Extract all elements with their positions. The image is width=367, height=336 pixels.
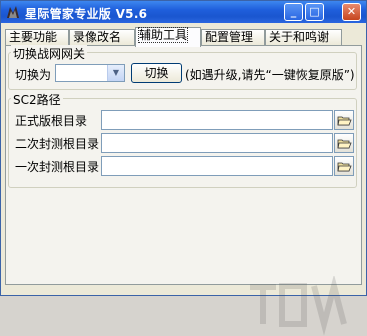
switch-button[interactable]: 切换 — [131, 63, 182, 83]
minimize-button[interactable]: _ — [284, 3, 303, 21]
upgrade-hint: (如遇升级,请先“一键恢复原版”) — [185, 68, 355, 82]
beta2-root-label: 二次封测根目录 — [15, 137, 100, 151]
open-folder-icon — [337, 139, 352, 149]
tab-config-manage[interactable]: 配置管理 — [201, 29, 265, 45]
release-root-input[interactable] — [101, 110, 333, 130]
main-window: 星际管家专业版 V5.6 _ □ ✕ 主要功能 录像改名 辅助工具 配置管理 关… — [0, 0, 367, 336]
tab-about[interactable]: 关于和鸣谢 — [265, 29, 342, 45]
open-folder-icon — [337, 162, 352, 172]
window-title: 星际管家专业版 V5.6 — [25, 7, 148, 21]
tab-label: 关于和鸣谢 — [269, 30, 330, 44]
tab-replay-rename[interactable]: 录像改名 — [69, 29, 135, 45]
sc2-group-title: SC2路径 — [11, 91, 63, 108]
app-icon — [7, 6, 19, 18]
gateway-select[interactable]: ▼ — [55, 64, 125, 82]
beta1-root-browse-button[interactable] — [334, 156, 354, 176]
switch-to-label: 切换为 — [15, 68, 52, 82]
maximize-button[interactable]: □ — [305, 3, 324, 21]
tab-label: 主要功能 — [9, 30, 58, 44]
sc2-path-groupbox: SC2路径 正式版根目录 二次封测根目录 一次封测根目录 — [8, 91, 357, 188]
chevron-down-icon[interactable]: ▼ — [107, 65, 124, 81]
beta2-root-browse-button[interactable] — [334, 133, 354, 153]
tab-aux-tools[interactable]: 辅助工具 — [135, 27, 201, 47]
tab-label: 配置管理 — [205, 30, 254, 44]
title-bar[interactable]: 星际管家专业版 V5.6 _ □ ✕ — [1, 1, 366, 23]
close-button[interactable]: ✕ — [342, 3, 361, 21]
open-folder-icon — [337, 116, 352, 126]
beta1-root-input[interactable] — [101, 156, 333, 176]
tab-strip: 主要功能 录像改名 辅助工具 配置管理 关于和鸣谢 — [5, 27, 362, 47]
beta2-root-input[interactable] — [101, 133, 333, 153]
tab-label: 辅助工具 — [137, 27, 189, 43]
beta1-root-label: 一次封测根目录 — [15, 160, 100, 174]
release-root-browse-button[interactable] — [334, 110, 354, 130]
watermark-logo — [250, 276, 347, 336]
gateway-group-title: 切换战网网关 — [11, 45, 88, 62]
gateway-groupbox: 切换战网网关 切换为 ▼ 切换 (如遇升级,请先“一键恢复原版”) — [8, 45, 357, 90]
release-root-label: 正式版根目录 — [15, 114, 88, 128]
tab-main-functions[interactable]: 主要功能 — [5, 29, 69, 45]
tab-label: 录像改名 — [73, 30, 122, 44]
tab-panel-aux-tools: 切换战网网关 切换为 ▼ 切换 (如遇升级,请先“一键恢复原版”) SC2路径 … — [5, 45, 362, 336]
